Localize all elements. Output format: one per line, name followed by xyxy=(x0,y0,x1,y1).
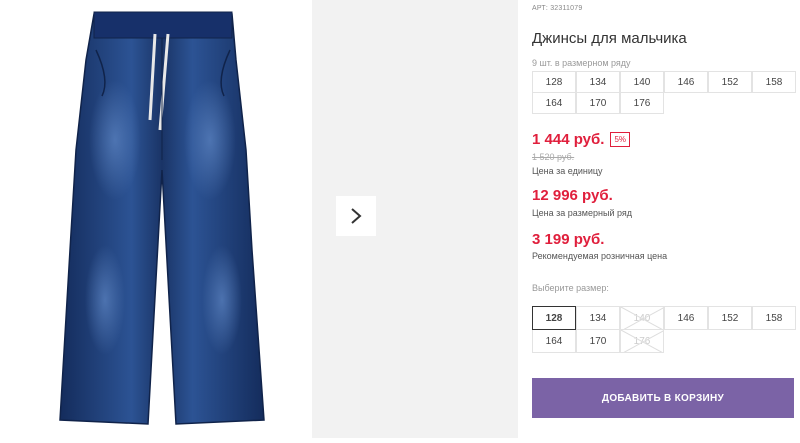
old-price: 1 520 руб. xyxy=(532,152,575,162)
pack-size: 170 xyxy=(576,92,620,114)
retail-price-label: Рекомендуемая розничная цена xyxy=(532,251,668,261)
retail-price: 3 199 руб. xyxy=(532,231,605,248)
pack-size: 146 xyxy=(664,71,708,93)
pack-size-grid: 128 134 140 146 152 158 164 170 176 xyxy=(532,71,796,114)
size-option-134[interactable]: 134 xyxy=(576,306,620,330)
unit-price-value: 1 444 руб. xyxy=(532,131,605,148)
size-option-158[interactable]: 158 xyxy=(752,306,796,330)
pack-size: 176 xyxy=(620,92,664,114)
pack-size: 140 xyxy=(620,71,664,93)
pack-note: 9 шт. в размерном ряду xyxy=(532,58,631,68)
pack-size: 164 xyxy=(532,92,576,114)
size-selector: 128134140146152158 164170176 xyxy=(532,306,796,353)
unit-price: 1 444 руб. 5% xyxy=(532,131,631,148)
size-option-164[interactable]: 164 xyxy=(532,329,576,353)
pack-size: 152 xyxy=(708,71,752,93)
product-title: Джинсы для мальчика xyxy=(532,30,687,47)
pack-price-label: Цена за размерный ряд xyxy=(532,208,633,218)
gallery-next-button[interactable] xyxy=(336,196,376,236)
sku-value: 32311079 xyxy=(550,5,583,12)
size-option-146[interactable]: 146 xyxy=(664,306,708,330)
product-gallery xyxy=(0,0,518,438)
pack-size: 134 xyxy=(576,71,620,93)
sku-label: АРТ: xyxy=(532,5,549,12)
size-option-152[interactable]: 152 xyxy=(708,306,752,330)
size-option-128[interactable]: 128 xyxy=(532,306,576,330)
choose-size-label: Выберите размер: xyxy=(532,283,609,293)
pack-size: 128 xyxy=(532,71,576,93)
unit-price-label: Цена за единицу xyxy=(532,166,603,176)
sku: АРТ: 32311079 xyxy=(532,5,582,12)
size-option-140: 140 xyxy=(620,306,664,330)
chevron-right-icon xyxy=(351,208,362,224)
product-info-panel: АРТ: 32311079 Джинсы для мальчика 9 шт. … xyxy=(532,0,796,438)
jeans-image xyxy=(59,11,265,425)
unavailable-cross-icon xyxy=(621,307,663,329)
unavailable-cross-icon xyxy=(621,330,663,352)
pack-size: 158 xyxy=(752,71,796,93)
size-option-176: 176 xyxy=(620,329,664,353)
pack-price: 12 996 руб. xyxy=(532,187,613,204)
product-image xyxy=(0,0,310,438)
discount-badge: 5% xyxy=(610,132,631,147)
add-to-cart-button[interactable]: ДОБАВИТЬ В КОРЗИНУ xyxy=(532,378,794,418)
size-option-170[interactable]: 170 xyxy=(576,329,620,353)
